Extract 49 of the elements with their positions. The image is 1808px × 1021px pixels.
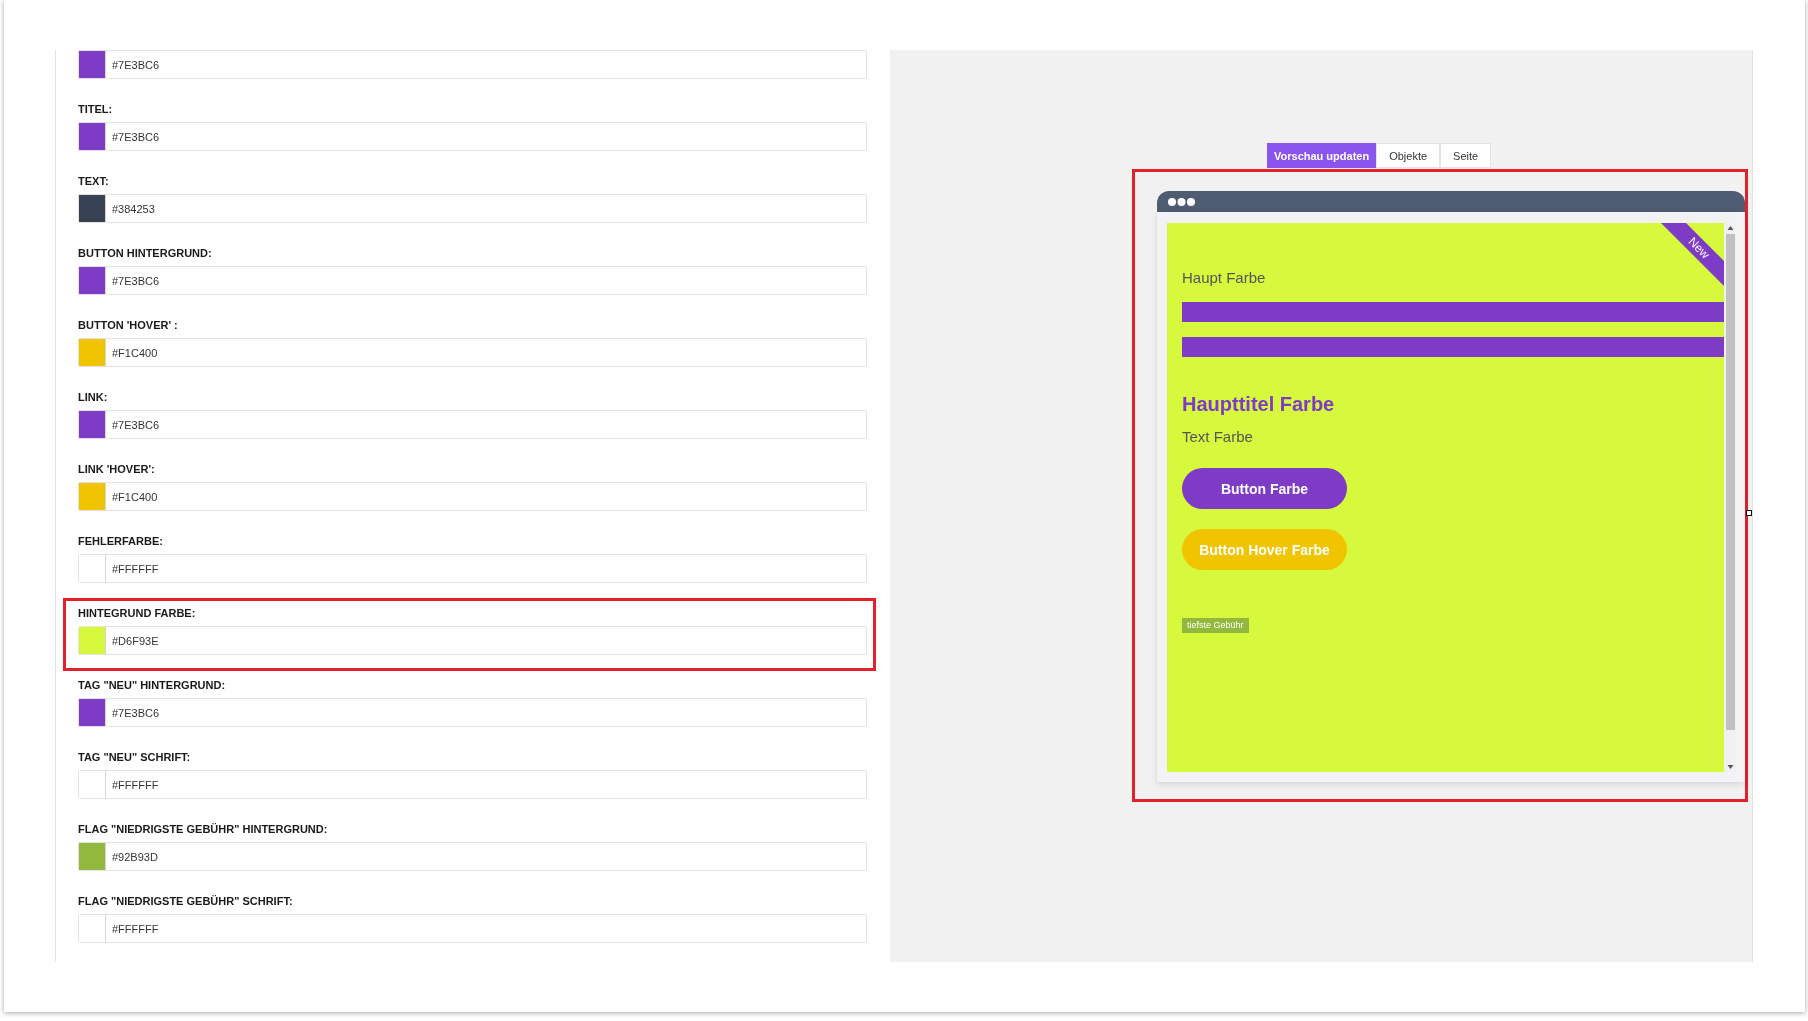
field-label: LINK:	[78, 390, 108, 404]
tab[interactable]: Objekte	[1376, 143, 1441, 168]
title-text: Haupttitel Farbe	[1182, 392, 1335, 417]
color-input[interactable]: #7E3BC6	[78, 410, 867, 439]
color-input[interactable]: #7E3BC6	[78, 698, 867, 727]
body-text: Text Farbe	[1182, 428, 1253, 446]
preview-button[interactable]: Button Farbe	[1182, 468, 1347, 509]
tab[interactable]: Seite	[1440, 143, 1492, 168]
color-input[interactable]: #F1C400	[78, 338, 867, 367]
color-swatch-icon[interactable]	[79, 843, 106, 870]
color-input[interactable]: #7E3BC6	[78, 122, 867, 151]
color-input[interactable]: #7E3BC6	[78, 266, 867, 295]
color-input[interactable]: #D6F93E	[78, 626, 867, 655]
color-input[interactable]: #92B93D	[78, 842, 867, 871]
field-label: LINK 'HOVER':	[78, 462, 155, 476]
field-label: HINTEGRUND FARBE:	[78, 606, 196, 620]
field-label: BUTTON 'HOVER' :	[78, 318, 178, 332]
color-swatch-icon[interactable]	[79, 915, 106, 942]
color-input[interactable]: #FFFFFF	[78, 554, 867, 583]
color-input[interactable]: #384253	[78, 194, 867, 223]
color-swatch-icon[interactable]	[79, 267, 106, 294]
color-swatch-icon[interactable]	[79, 483, 106, 510]
color-swatch-icon[interactable]	[79, 51, 106, 78]
color-swatch-icon[interactable]	[79, 123, 106, 150]
color-swatch-icon[interactable]	[79, 195, 106, 222]
field-label: FLAG "NIEDRIGSTE GEBÜHR" SCHRIFT:	[78, 894, 293, 908]
resize-handle-icon[interactable]	[1746, 510, 1752, 516]
window-dots-icon	[1168, 197, 1195, 206]
color-input[interactable]: #FFFFFF	[78, 770, 867, 799]
color-swatch-icon[interactable]	[79, 699, 106, 726]
field-label: FLAG "NIEDRIGSTE GEBÜHR" HINTERGRUND:	[78, 822, 328, 836]
color-input[interactable]: #FFFFFF	[78, 914, 867, 943]
field-label: BUTTON HINTERGRUND:	[78, 246, 212, 260]
color-swatch-icon[interactable]	[79, 627, 106, 654]
heading-text: Haupt Farbe	[1182, 269, 1266, 287]
field-label: TITEL:	[78, 102, 113, 116]
color-swatch-icon[interactable]	[79, 771, 106, 798]
tab[interactable]: Vorschau updaten	[1267, 143, 1377, 168]
color-input[interactable]: #7E3BC6	[78, 50, 867, 79]
field-label: TEXT:	[78, 174, 109, 188]
scrollbar[interactable]	[1725, 223, 1736, 772]
field-label: TAG "NEU" HINTERGRUND:	[78, 678, 226, 692]
color-swatch-icon[interactable]	[79, 555, 106, 582]
field-label: TAG "NEU" SCHRIFT:	[78, 750, 191, 764]
color-swatch-icon[interactable]	[79, 339, 106, 366]
price-flag: tiefste Gebühr	[1182, 618, 1249, 633]
field-label: FEHLERFARBE:	[78, 534, 163, 548]
color-swatch-icon[interactable]	[79, 411, 106, 438]
color-input[interactable]: #F1C400	[78, 482, 867, 511]
